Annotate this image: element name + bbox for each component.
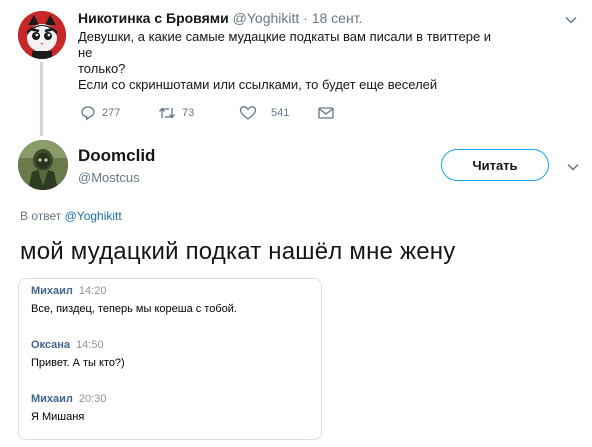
chat-message-header: Михаил 14:20 bbox=[31, 285, 237, 297]
chevron-down-icon bbox=[567, 163, 579, 171]
chat-message: Михаил 20:30 Я Мишаня bbox=[31, 393, 106, 423]
chat-message: Михаил 14:20 Все, пиздец, теперь мы кореш… bbox=[31, 285, 237, 315]
parent-tweet-actions: 277 73 541 bbox=[80, 104, 380, 122]
parent-author-handle[interactable]: @Yoghikitt bbox=[233, 10, 300, 26]
dm-action[interactable] bbox=[318, 104, 340, 122]
like-count: 541 bbox=[271, 107, 290, 119]
parent-author-name[interactable]: Никотинка с Бровями bbox=[78, 10, 229, 26]
reply-icon bbox=[81, 106, 95, 121]
parent-tweet-header: Никотинка с Бровями @Yoghikitt · 18 сент… bbox=[78, 10, 362, 26]
envelope-icon bbox=[318, 107, 334, 119]
author-name[interactable]: Doomclid bbox=[78, 146, 155, 166]
chat-message-header: Оксана 14:50 bbox=[31, 339, 125, 351]
retweet-count: 73 bbox=[182, 107, 195, 119]
chat-time: 14:20 bbox=[78, 285, 107, 297]
chat-text: Я Мишаня bbox=[31, 411, 85, 423]
heart-icon bbox=[239, 106, 257, 120]
chat-message-header: Михаил 20:30 bbox=[31, 393, 106, 405]
tweet-menu[interactable] bbox=[566, 160, 580, 179]
reply-context: В ответ @Yoghikitt bbox=[20, 209, 122, 223]
parent-dot-separator: · bbox=[303, 10, 308, 26]
chat-author: Михаил bbox=[31, 285, 73, 297]
author-handle[interactable]: @Mostcus bbox=[78, 170, 140, 185]
attached-chat-screenshot[interactable]: Михаил 14:20 Все, пиздец, теперь мы кореш… bbox=[18, 278, 322, 440]
chat-text: Все, пиздец, теперь мы кореша с тобой. bbox=[31, 303, 237, 315]
like-action[interactable]: 541 bbox=[239, 104, 289, 122]
chat-author: Оксана bbox=[31, 339, 71, 351]
chat-author: Михаил bbox=[31, 393, 73, 405]
retweet-icon bbox=[159, 107, 175, 119]
reply-to-handle[interactable]: @Yoghikitt bbox=[65, 209, 122, 223]
parent-tweet-line: Если со скриншотами или ссылками, то буд… bbox=[78, 77, 438, 92]
parent-tweet-line: только? bbox=[78, 61, 126, 76]
chat-time: 20:30 bbox=[78, 393, 107, 405]
parent-tweet-line: Девушки, а какие самые мудацкие подкаты … bbox=[78, 29, 492, 60]
parent-tweet-text: Девушки, а какие самые мудацкие подкаты … bbox=[78, 29, 498, 93]
reply-count: 277 bbox=[102, 107, 121, 119]
chevron-down-icon bbox=[565, 16, 577, 24]
chat-time: 14:50 bbox=[76, 339, 104, 351]
thread-connector-line bbox=[40, 62, 43, 136]
parent-tweet-date[interactable]: 18 сент. bbox=[312, 10, 363, 26]
parent-author-avatar[interactable] bbox=[18, 11, 66, 59]
chat-text: Привет. А ты кто?) bbox=[31, 357, 125, 369]
parent-tweet-menu[interactable] bbox=[564, 13, 578, 32]
follow-button[interactable]: Читать bbox=[441, 149, 549, 181]
author-avatar[interactable] bbox=[18, 140, 68, 190]
retweet-action[interactable]: 73 bbox=[158, 104, 194, 122]
reply-action[interactable]: 277 bbox=[80, 104, 120, 122]
tweet-text: мой мудацкий подкат нашёл мне жену bbox=[20, 238, 456, 265]
chat-message: Оксана 14:50 Привет. А ты кто?) bbox=[31, 339, 125, 369]
reply-prefix: В ответ bbox=[20, 209, 62, 223]
